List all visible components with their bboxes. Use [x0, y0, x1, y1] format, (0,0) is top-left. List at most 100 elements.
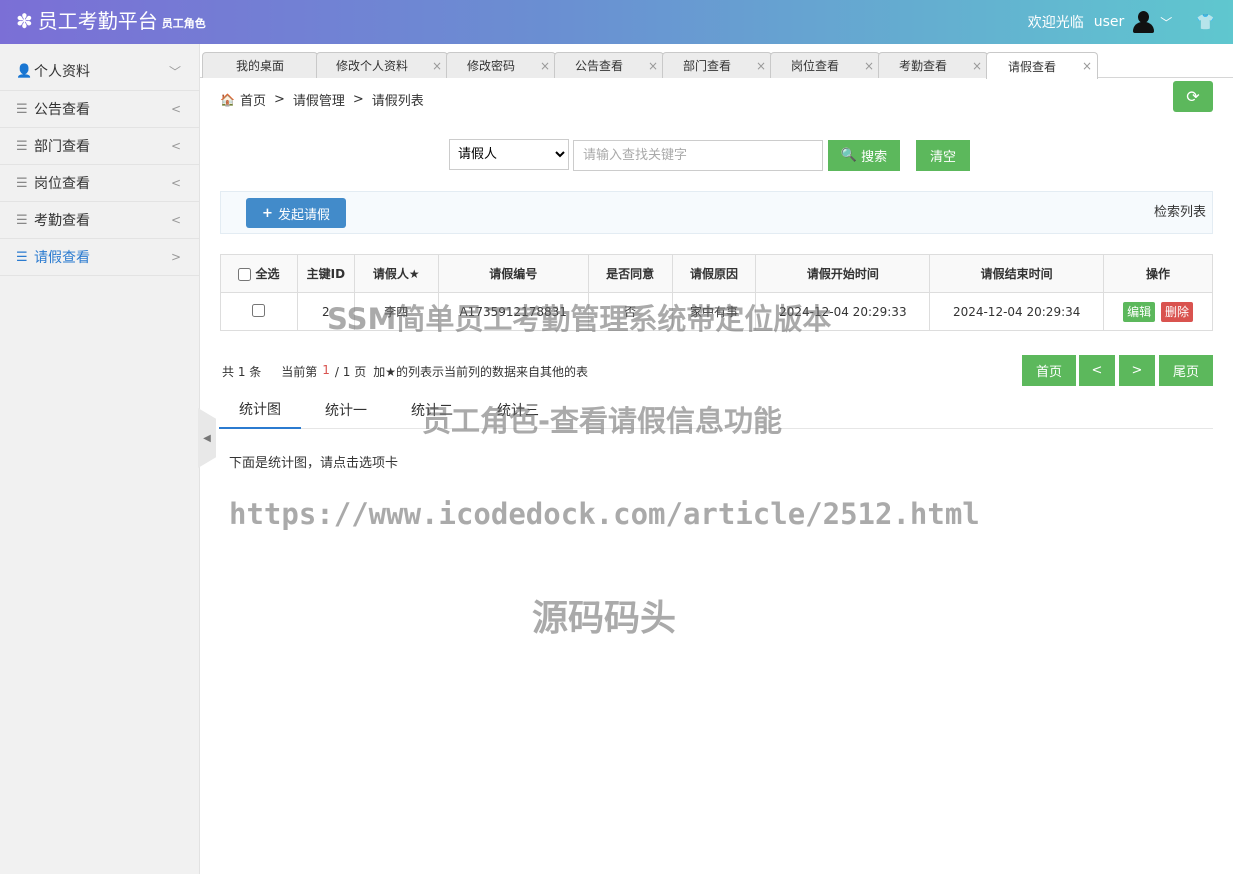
pager-total: 共 1 条 — [222, 365, 262, 379]
chevron-right-icon: > — [170, 250, 181, 264]
sidebar-collapse-handle[interactable]: ◀ — [198, 408, 216, 468]
tab-change-password[interactable]: 修改密码 × — [446, 52, 556, 78]
sidebar-item-label: 部门查看 — [34, 139, 90, 155]
pager-first-button[interactable]: 首页 — [1022, 355, 1076, 386]
user-avatar-icon[interactable] — [1132, 10, 1155, 34]
stats-tab-bar: 统计图 统计一 统计二 统计三 — [219, 390, 1213, 429]
header-user-area: 欢迎光临 user ﹀ 👕 — [1028, 0, 1215, 44]
col-select-all[interactable]: 全选 — [220, 254, 298, 293]
tab-leave[interactable]: 请假查看 × — [986, 52, 1098, 79]
row-checkbox[interactable] — [252, 303, 266, 317]
close-icon[interactable]: × — [535, 59, 555, 73]
pager-prev-button[interactable]: < — [1079, 355, 1115, 386]
col-end-time: 请假结束时间 — [929, 254, 1105, 293]
list-toolbar: + 发起请假 检索列表 — [220, 191, 1213, 234]
menu-icon: ☰ — [16, 138, 28, 154]
breadcrumb-separator: > — [352, 92, 364, 107]
edit-button[interactable]: 编辑 — [1123, 301, 1156, 322]
sidebar-item-label: 岗位查看 — [34, 176, 90, 192]
pager-next-button[interactable]: > — [1119, 355, 1155, 386]
tab-department[interactable]: 部门查看 × — [662, 52, 772, 78]
menu-icon: ☰ — [16, 212, 28, 228]
breadcrumb-home[interactable]: 首页 — [240, 90, 266, 109]
breadcrumb-separator: > — [273, 92, 285, 107]
table-row: 2 李四 A1735912178831 否 家中有事 2024-12-04 20… — [220, 292, 1213, 331]
sidebar: 👤 个人资料 ﹀ ☰ 公告查看 < ☰ 部门查看 < ☰ 岗位查看 < ☰ 考勤… — [0, 44, 200, 874]
watermark-brand: 源码码头 — [532, 598, 677, 639]
chevron-left-icon: < — [170, 213, 181, 227]
cell-reason: 家中有事 — [671, 292, 757, 331]
close-icon[interactable]: × — [967, 59, 987, 73]
table-header-row: 全选 主键ID 请假人★ 请假编号 是否同意 请假原因 请假开始时间 请假结束时… — [220, 254, 1213, 293]
sidebar-item-label: 公告查看 — [34, 102, 90, 118]
menu-icon: ☰ — [16, 249, 28, 265]
home-icon: 🏠 — [220, 92, 235, 107]
sidebar-item-department[interactable]: ☰ 部门查看 < — [0, 128, 199, 165]
cell-applicant: 李四 — [353, 292, 439, 331]
sidebar-item-profile[interactable]: 👤 个人资料 ﹀ — [0, 44, 199, 91]
tab-stats-one[interactable]: 统计一 — [305, 390, 387, 429]
close-icon[interactable]: × — [427, 59, 447, 73]
pager-info: 共 1 条 当前第 1 / 1 页 加★的列表示当前列的数据来自其他的表 — [222, 363, 588, 380]
tab-stats-two[interactable]: 统计二 — [391, 390, 473, 429]
breadcrumb-level2: 请假列表 — [371, 94, 424, 109]
pager-note: 加★的列表示当前列的数据来自其他的表 — [373, 365, 588, 379]
tab-edit-profile[interactable]: 修改个人资料 × — [316, 52, 448, 78]
app-title: 员工考勤平台 — [37, 9, 158, 33]
chevron-left-icon: < — [170, 139, 181, 153]
chevron-down-icon[interactable]: ﹀ — [1160, 14, 1172, 31]
username[interactable]: user — [1094, 14, 1125, 30]
col-ops: 操作 — [1103, 254, 1213, 293]
search-input[interactable] — [573, 140, 823, 171]
theme-shirt-icon[interactable]: 👕 — [1196, 13, 1215, 31]
chevron-left-icon: < — [170, 176, 181, 190]
delete-button[interactable]: 删除 — [1160, 301, 1193, 322]
welcome-text: 欢迎光临 — [1027, 15, 1084, 31]
user-icon: 👤 — [16, 63, 33, 79]
tab-desktop[interactable]: 我的桌面 — [202, 52, 318, 78]
tab-bar: 我的桌面 修改个人资料 × 修改密码 × 公告查看 × 部门查看 × 岗位查看 × 考勤查… — [200, 44, 1233, 79]
cell-start-time: 2024-12-04 20:29:33 — [755, 292, 931, 331]
search-field-select[interactable]: 请假人 — [449, 139, 569, 170]
leave-table: 全选 主键ID 请假人★ 请假编号 是否同意 请假原因 请假开始时间 请假结束时… — [220, 254, 1213, 331]
menu-icon: ☰ — [16, 175, 28, 191]
gear-icon: ✽ — [16, 9, 33, 33]
tab-attendance[interactable]: 考勤查看 × — [878, 52, 988, 78]
top-header: ✽ 员工考勤平台 员工角色 欢迎光临 user ﹀ 👕 — [0, 0, 1233, 44]
col-id: 主键ID — [296, 254, 355, 293]
sidebar-item-notice[interactable]: ☰ 公告查看 < — [0, 91, 199, 128]
breadcrumb-level1[interactable]: 请假管理 — [293, 90, 345, 109]
pager-current-suffix: / 1 页 — [334, 365, 367, 379]
tab-notice[interactable]: 公告查看 × — [554, 52, 664, 78]
role-label: 员工角色 — [161, 17, 206, 30]
pager-last-button[interactable]: 尾页 — [1159, 355, 1213, 386]
close-icon[interactable]: × — [859, 59, 879, 73]
breadcrumb: 🏠 首页 > 请假管理 > 请假列表 — [220, 90, 424, 109]
cell-approved: 否 — [587, 292, 673, 331]
brand: ✽ 员工考勤平台 员工角色 — [16, 10, 206, 32]
menu-icon: ☰ — [16, 101, 28, 117]
cell-end-time: 2024-12-04 20:29:34 — [929, 292, 1105, 331]
close-icon[interactable]: × — [1077, 59, 1097, 73]
toolbar-caption: 检索列表 — [1153, 205, 1206, 220]
sidebar-item-position[interactable]: ☰ 岗位查看 < — [0, 165, 199, 202]
close-icon[interactable]: × — [751, 59, 771, 73]
row-select-cell — [220, 292, 298, 331]
select-all-checkbox[interactable] — [238, 268, 252, 281]
col-approved: 是否同意 — [587, 254, 673, 293]
watermark-url: https://www.icodedock.com/article/2512.h… — [229, 497, 980, 531]
search-button[interactable]: 🔍 搜索 — [828, 140, 900, 171]
clear-button[interactable]: 清空 — [916, 140, 970, 171]
col-applicant: 请假人★ — [353, 254, 439, 293]
add-leave-button[interactable]: + 发起请假 — [246, 198, 346, 228]
sidebar-item-attendance[interactable]: ☰ 考勤查看 < — [0, 202, 199, 239]
close-icon[interactable]: × — [643, 59, 663, 73]
tab-position[interactable]: 岗位查看 × — [770, 52, 880, 78]
sidebar-item-label: 考勤查看 — [34, 213, 90, 229]
sidebar-item-leave[interactable]: ☰ 请假查看 > — [0, 239, 199, 276]
tab-stats-chart[interactable]: 统计图 — [219, 390, 301, 429]
search-icon: 🔍 — [840, 148, 858, 163]
sidebar-item-label: 请假查看 — [34, 250, 90, 266]
tab-stats-three[interactable]: 统计三 — [477, 390, 559, 429]
refresh-button[interactable]: ⟳ — [1173, 81, 1213, 112]
